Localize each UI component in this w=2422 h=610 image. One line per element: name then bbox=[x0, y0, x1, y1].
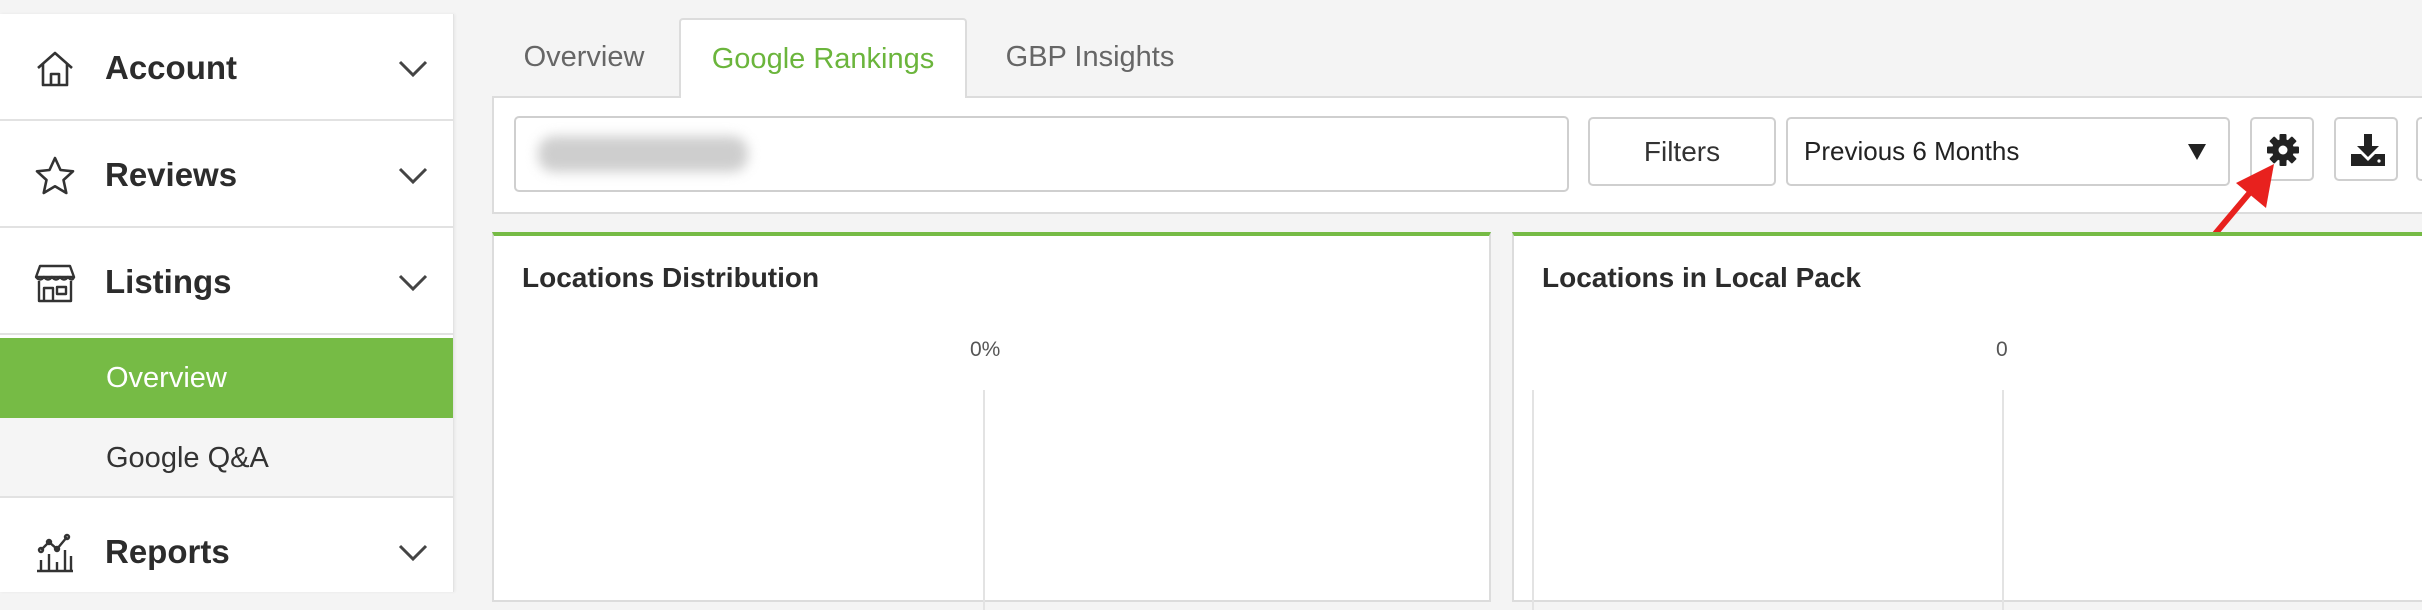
sidebar-section-label: Account bbox=[105, 49, 237, 86]
sidebar-section-listings[interactable]: Listings bbox=[0, 228, 453, 335]
filters-button[interactable]: Filters bbox=[1588, 117, 1776, 186]
sidebar-section-label: Reviews bbox=[105, 156, 238, 193]
sidebar-item-label: Overview bbox=[106, 362, 227, 394]
download-icon bbox=[2351, 134, 2385, 166]
tab-overview[interactable]: Overview bbox=[492, 18, 676, 96]
more-button-partial[interactable] bbox=[2416, 117, 2422, 181]
chevron-down-icon[interactable] bbox=[398, 274, 428, 292]
store-icon bbox=[34, 264, 76, 303]
sidebar-section-reports[interactable]: Reports bbox=[0, 498, 453, 605]
tab-gbp-insights[interactable]: GBP Insights bbox=[984, 18, 1196, 96]
sidebar-section-label: Reports bbox=[105, 533, 230, 570]
period-select[interactable]: Previous 6 Months bbox=[1786, 117, 2230, 186]
locations-local-pack-card: Locations in Local Pack 0 bbox=[1512, 232, 2422, 610]
sidebar-item-google-qa[interactable]: Google Q&A bbox=[0, 418, 453, 498]
blurred-search-value bbox=[538, 136, 748, 172]
chevron-down-icon[interactable] bbox=[398, 167, 428, 185]
sidebar-section-reviews[interactable]: Reviews bbox=[0, 121, 453, 228]
star-icon bbox=[35, 156, 75, 195]
card-title: Locations Distribution bbox=[522, 262, 820, 293]
axis-tick-label: 0% bbox=[970, 338, 1001, 361]
home-icon bbox=[37, 51, 73, 87]
sidebar-item-overview[interactable]: Overview bbox=[0, 338, 453, 418]
analytics-icon bbox=[37, 533, 73, 573]
sidebar-section-account[interactable]: Account bbox=[0, 14, 453, 121]
chevron-down-icon[interactable] bbox=[398, 60, 428, 78]
chart-grid-line bbox=[2002, 390, 2004, 610]
chevron-down-icon[interactable] bbox=[398, 544, 428, 562]
sidebar-section-label: Listings bbox=[105, 263, 232, 300]
period-select-value: Previous 6 Months bbox=[1804, 136, 2020, 166]
card-title: Locations in Local Pack bbox=[1542, 262, 1861, 293]
sidebar-item-label: Google Q&A bbox=[106, 442, 269, 474]
search-input[interactable] bbox=[514, 116, 1569, 192]
tab-google-rankings[interactable]: Google Rankings bbox=[679, 18, 967, 98]
locations-distribution-card: Locations Distribution 0% bbox=[492, 232, 1491, 610]
chart-axis-line bbox=[1532, 390, 1534, 610]
sidebar: Account Reviews Listings Overview Google… bbox=[0, 14, 454, 592]
download-button[interactable] bbox=[2334, 117, 2398, 181]
chart-axis-line bbox=[983, 390, 985, 610]
axis-tick-label: 0 bbox=[1996, 338, 2008, 361]
